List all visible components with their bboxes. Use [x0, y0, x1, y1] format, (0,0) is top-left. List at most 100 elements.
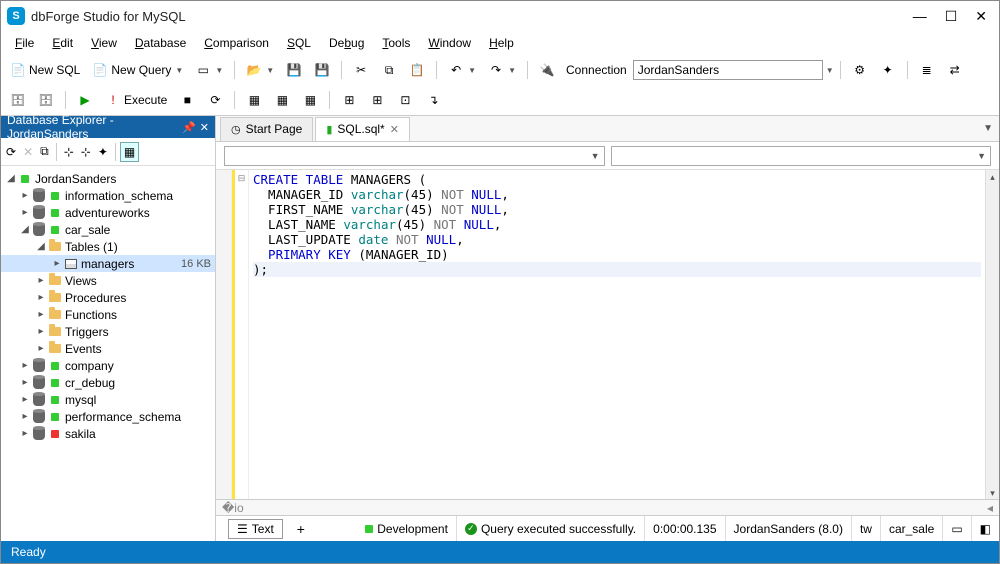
tree-db-company[interactable]: ▸company: [1, 357, 215, 374]
minimize-button[interactable]: —: [913, 8, 927, 25]
connection-select[interactable]: [633, 60, 823, 80]
exec-opt-3[interactable]: ▦: [297, 89, 323, 111]
new-query-button[interactable]: 📄New Query▼: [87, 59, 188, 81]
sidebar-refresh-icon[interactable]: ⟳: [3, 143, 19, 161]
window-title: dbForge Studio for MySQL: [31, 9, 186, 24]
sidebar-title: Database Explorer - JordanSanders: [7, 113, 178, 141]
tree-folder-views[interactable]: ▸Views: [1, 272, 215, 289]
menu-tools[interactable]: Tools: [374, 34, 418, 52]
exec-opt-4[interactable]: ⊞: [336, 89, 362, 111]
editor-combo-left[interactable]: ▼: [224, 146, 605, 166]
tree-folder-triggers[interactable]: ▸Triggers: [1, 323, 215, 340]
menu-view[interactable]: View: [83, 34, 125, 52]
refresh-button[interactable]: ⟳: [202, 89, 228, 111]
exec-opt-5[interactable]: ⊞: [364, 89, 390, 111]
menu-file[interactable]: File: [7, 34, 42, 52]
menu-window[interactable]: Window: [420, 34, 479, 52]
sidebar-filter-2-icon[interactable]: ⊹: [78, 143, 94, 161]
tab-sql[interactable]: ▮SQL.sql*✕: [315, 117, 410, 141]
database-explorer-panel: Database Explorer - JordanSanders 📌 ✕ ⟳ …: [1, 116, 216, 541]
exec-opt-6[interactable]: ⊡: [392, 89, 418, 111]
tree-db-cr-debug[interactable]: ▸cr_debug: [1, 374, 215, 391]
scroll-indicator[interactable]: ▴▾: [985, 170, 999, 499]
paste-button[interactable]: 📋: [404, 59, 430, 81]
tree-connection-root[interactable]: ◢JordanSanders: [1, 170, 215, 187]
open-button[interactable]: 📂▼: [241, 59, 279, 81]
tree-db-sakila[interactable]: ▸sakila: [1, 425, 215, 442]
save-all-button[interactable]: 💾: [309, 59, 335, 81]
breakpoint-gutter[interactable]: [216, 170, 232, 499]
new-sql-button[interactable]: 📄New SQL: [5, 59, 85, 81]
code-text[interactable]: CREATE TABLE MANAGERS ( MANAGER_ID varch…: [249, 170, 985, 499]
editor-bottom-bar: ☰Text+ Development ✓Query executed succe…: [216, 515, 999, 541]
app-logo-icon: S: [7, 7, 25, 25]
sidebar-delete-icon[interactable]: ✕: [20, 143, 36, 161]
result-add-tab[interactable]: +: [291, 521, 311, 537]
close-button[interactable]: ✕: [975, 8, 987, 25]
sidebar-collapse-icon[interactable]: ⧉: [37, 142, 52, 161]
save-button[interactable]: 💾: [281, 59, 307, 81]
tabs-overflow-icon[interactable]: ▼: [983, 123, 993, 134]
sidebar-filter-3-icon[interactable]: ✦: [95, 143, 111, 161]
status-text: Ready: [11, 545, 46, 559]
menu-debug[interactable]: Debug: [321, 34, 372, 52]
tree-db-car-sale[interactable]: ◢car_sale: [1, 221, 215, 238]
database-tree[interactable]: ◢JordanSanders ▸information_schema ▸adve…: [1, 166, 215, 541]
connection-label: Connection: [566, 63, 627, 77]
cut-button[interactable]: ✂: [348, 59, 374, 81]
sidebar-close-icon[interactable]: ✕: [200, 121, 209, 134]
status-icon-2[interactable]: ◧: [972, 516, 999, 541]
tree-folder-functions[interactable]: ▸Functions: [1, 306, 215, 323]
tree-table-managers[interactable]: ▸managers16 KB: [1, 255, 215, 272]
status-user: tw: [852, 516, 881, 541]
result-tab-text[interactable]: ☰Text: [228, 519, 283, 539]
start-page-icon: ◷: [231, 123, 241, 136]
sidebar-toolbar: ⟳ ✕ ⧉ ⊹ ⊹ ✦ ▦: [1, 138, 215, 166]
toolbar-tool-a[interactable]: ⚙: [847, 59, 873, 81]
toolbar-tool-c[interactable]: ≣: [914, 59, 940, 81]
redo-button[interactable]: ↷▼: [483, 59, 521, 81]
tree-folder-tables[interactable]: ◢Tables (1): [1, 238, 215, 255]
editor-combo-right[interactable]: ▼: [611, 146, 992, 166]
menu-help[interactable]: Help: [481, 34, 522, 52]
tab-start-page[interactable]: ◷Start Page: [220, 117, 313, 141]
connection-dropdown-icon[interactable]: ▼: [826, 66, 834, 75]
editor-splitter[interactable]: �io◂: [216, 499, 999, 515]
tree-db-adventureworks[interactable]: ▸adventureworks: [1, 204, 215, 221]
execute-button[interactable]: !Execute: [100, 89, 172, 111]
sql-file-icon: ▮: [326, 123, 332, 136]
menu-bar: File Edit View Database Comparison SQL D…: [1, 31, 999, 55]
tree-folder-procedures[interactable]: ▸Procedures: [1, 289, 215, 306]
tree-folder-events[interactable]: ▸Events: [1, 340, 215, 357]
tab-close-icon[interactable]: ✕: [390, 123, 399, 136]
run-button[interactable]: ▶: [72, 89, 98, 111]
toolbar-btn-1[interactable]: ▭▼: [190, 59, 228, 81]
toolbar-tool-d[interactable]: ⇄: [942, 59, 968, 81]
exec-opt-2[interactable]: ▦: [269, 89, 295, 111]
status-connection: JordanSanders (8.0): [726, 516, 852, 541]
menu-sql[interactable]: SQL: [279, 34, 319, 52]
exec-opt-7[interactable]: ↴: [420, 89, 446, 111]
tree-db-information-schema[interactable]: ▸information_schema: [1, 187, 215, 204]
menu-comparison[interactable]: Comparison: [196, 34, 277, 52]
menu-database[interactable]: Database: [127, 34, 194, 52]
tree-db-performance-schema[interactable]: ▸performance_schema: [1, 408, 215, 425]
maximize-button[interactable]: ☐: [945, 8, 958, 25]
tree-db-mysql[interactable]: ▸mysql: [1, 391, 215, 408]
code-editor[interactable]: ⊟ CREATE TABLE MANAGERS ( MANAGER_ID var…: [216, 170, 999, 499]
connection-icon[interactable]: 🔌: [534, 59, 560, 81]
undo-button[interactable]: ↶▼: [443, 59, 481, 81]
toolbar-tool-b[interactable]: ✦: [875, 59, 901, 81]
menu-edit[interactable]: Edit: [44, 34, 81, 52]
outline-gutter[interactable]: ⊟: [235, 170, 249, 499]
editor-tabs: ◷Start Page ▮SQL.sql*✕ ▼: [216, 116, 999, 142]
status-icon-1[interactable]: ▭: [943, 516, 971, 541]
stop-button[interactable]: ■: [174, 89, 200, 111]
sidebar-filter-1-icon[interactable]: ⊹: [61, 143, 77, 161]
sidebar-pin-icon[interactable]: 📌: [182, 121, 196, 134]
db-btn-2[interactable]: 🗄: [33, 89, 59, 111]
db-btn-1[interactable]: 🗄: [5, 89, 31, 111]
exec-opt-1[interactable]: ▦: [241, 89, 267, 111]
sidebar-view-toggle[interactable]: ▦: [120, 142, 139, 162]
copy-button[interactable]: ⧉: [376, 59, 402, 81]
